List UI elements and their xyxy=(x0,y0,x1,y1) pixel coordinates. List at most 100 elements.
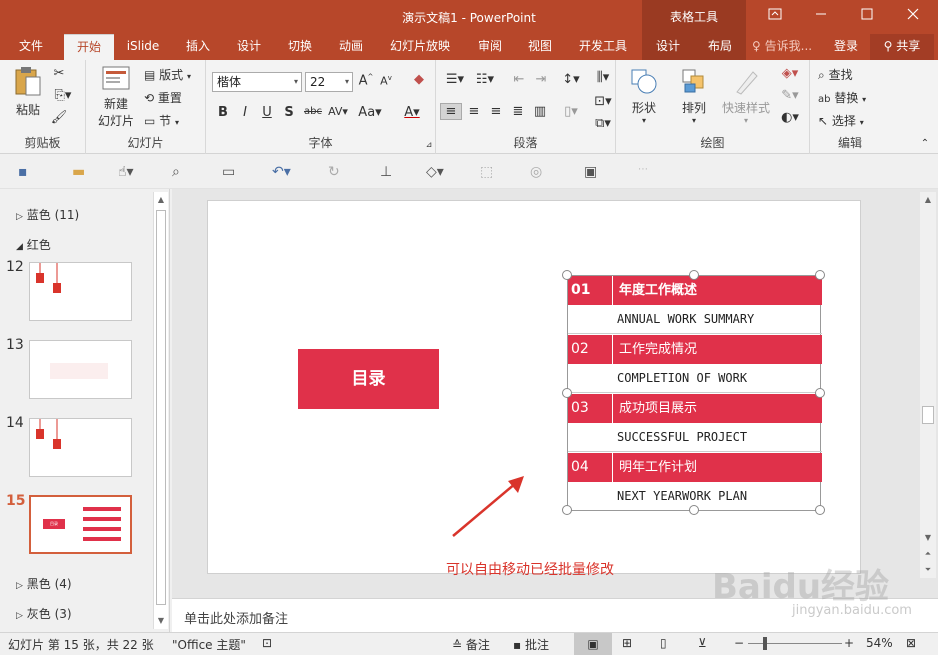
notes-toggle-button[interactable]: ≙ 备注 xyxy=(452,636,490,653)
maximize-button[interactable] xyxy=(844,0,890,34)
slideshow-icon[interactable]: ⊻ xyxy=(698,636,707,650)
underline-icon[interactable]: U xyxy=(260,105,274,120)
section-black[interactable]: ▷ 黑色 (4) xyxy=(16,575,72,592)
tab-view[interactable]: 视图 xyxy=(518,34,562,60)
character-spacing-icon[interactable]: AV▾ xyxy=(326,105,350,118)
shape-outline-icon[interactable]: ✎▾ xyxy=(776,88,804,103)
share-button[interactable]: ⚲ 共享 xyxy=(870,34,934,60)
layout-button[interactable]: ▤ 版式 ▾ xyxy=(144,66,202,83)
reset-button[interactable]: ⟲ 重置 xyxy=(144,89,202,106)
tab-table-design[interactable]: 设计 xyxy=(642,34,694,60)
scrollbar-thumb[interactable] xyxy=(922,406,934,424)
replace-button[interactable]: ab 替换 ▾ xyxy=(818,89,888,106)
arrange-button[interactable]: 排列 ▾ xyxy=(674,66,714,125)
font-color-icon[interactable]: A▾ xyxy=(400,105,424,120)
slide-scrollbar[interactable]: ▲ ▼ ⏶ ⏷ xyxy=(920,192,936,578)
resize-handle[interactable] xyxy=(689,505,699,515)
clear-formatting-icon[interactable]: ◆ xyxy=(410,72,428,87)
undo-icon[interactable]: ↶▾ xyxy=(272,164,291,180)
align-center-icon[interactable]: ≡ xyxy=(464,104,484,119)
normal-view-button[interactable]: ▣ xyxy=(574,633,612,655)
next-slide-icon[interactable]: ⏷ xyxy=(920,562,936,578)
resize-handle[interactable] xyxy=(689,270,699,280)
smartart-icon[interactable]: ⧉▾ xyxy=(592,116,614,131)
save-icon-secondary[interactable]: ▪ xyxy=(18,164,28,180)
font-family-combo[interactable]: 楷体 ▾ xyxy=(212,72,302,92)
align-text-icon[interactable]: ⊡▾ xyxy=(592,94,614,109)
select-button[interactable]: ↖ 选择 ▾ xyxy=(818,112,888,129)
zoom-slider-thumb[interactable] xyxy=(763,637,767,650)
toc-row[interactable]: 04 明年工作计划 xyxy=(568,453,822,482)
toc-row[interactable]: SUCCESSFUL PROJECT xyxy=(568,423,822,452)
italic-icon[interactable]: I xyxy=(238,105,252,120)
tab-transitions[interactable]: 切换 xyxy=(278,34,322,60)
strikethrough-icon[interactable]: abc xyxy=(302,106,324,117)
tab-insert[interactable]: 插入 xyxy=(176,34,220,60)
scroll-down-icon[interactable]: ▼ xyxy=(920,530,936,546)
font-size-combo[interactable]: 22 ▾ xyxy=(305,72,353,92)
decrease-indent-icon[interactable]: ⇤ xyxy=(510,72,528,87)
tab-design[interactable]: 设计 xyxy=(227,34,271,60)
resize-handle[interactable] xyxy=(815,388,825,398)
format-painter-icon[interactable]: 🖌 xyxy=(50,110,68,125)
bullets-icon[interactable]: ☰▾ xyxy=(442,72,468,87)
sign-in-link[interactable]: 登录 xyxy=(828,34,864,60)
toc-row[interactable]: COMPLETION OF WORK xyxy=(568,364,822,393)
comments-toggle-button[interactable]: ▪ 批注 xyxy=(513,636,549,653)
toc-row[interactable]: 01 年度工作概述 xyxy=(568,276,822,305)
slide-thumbnail-14[interactable] xyxy=(29,418,132,477)
columns-icon[interactable]: ▯▾ xyxy=(558,104,584,119)
shape-button[interactable]: 形状 ▾ xyxy=(624,66,664,125)
zoom-in-icon[interactable]: + xyxy=(844,636,854,650)
image-tool-icon[interactable]: ▣ xyxy=(584,164,597,180)
resize-handle[interactable] xyxy=(562,270,572,280)
bold-icon[interactable]: B xyxy=(216,105,230,120)
more-icon[interactable]: ⋯ xyxy=(638,164,648,175)
increase-font-icon[interactable]: A^ xyxy=(358,73,374,88)
scroll-up-icon[interactable]: ▲ xyxy=(154,192,168,208)
section-red[interactable]: ◢ 红色 xyxy=(16,236,51,253)
resize-handle[interactable] xyxy=(815,270,825,280)
font-dialog-launcher-icon[interactable]: ⊿ xyxy=(424,140,434,149)
tab-developer[interactable]: 开发工具 xyxy=(570,34,636,60)
scrollbar-thumb[interactable] xyxy=(156,210,166,605)
fit-to-window-icon[interactable]: ⊠ xyxy=(906,636,916,650)
section-blue[interactable]: ▷ 蓝色 (11) xyxy=(16,206,79,223)
resize-handle[interactable] xyxy=(562,388,572,398)
redo-icon[interactable]: ↻ xyxy=(328,164,340,180)
change-case-icon[interactable]: Aa▾ xyxy=(356,105,384,120)
spell-check-icon[interactable]: ⊡ xyxy=(262,636,272,650)
zoom-level[interactable]: 54% xyxy=(866,636,893,650)
section-button[interactable]: ▭ 节 ▾ xyxy=(144,112,202,129)
cut-icon[interactable]: ✂ xyxy=(50,66,68,81)
align-right-icon[interactable]: ≡ xyxy=(486,104,506,119)
tab-table-layout[interactable]: 布局 xyxy=(694,34,746,60)
close-button[interactable] xyxy=(890,0,936,34)
tab-home[interactable]: 开始 xyxy=(64,34,114,60)
decrease-font-icon[interactable]: Av xyxy=(378,74,394,88)
text-direction-icon[interactable]: ⫼▾ xyxy=(592,70,614,85)
collapse-ribbon-icon[interactable]: ⌃ xyxy=(918,138,932,149)
resize-handle[interactable] xyxy=(815,505,825,515)
toc-table[interactable]: 01 年度工作概述 ANNUAL WORK SUMMARY 02 工作完成情况 … xyxy=(567,275,822,511)
shape-effects-icon[interactable]: ◐▾ xyxy=(776,110,804,125)
tab-islide[interactable]: iSlide xyxy=(120,34,166,60)
quick-styles-button[interactable]: 快速样式 ▾ xyxy=(718,66,774,125)
zoom-out-icon[interactable]: − xyxy=(734,636,744,650)
open-folder-icon[interactable]: ▬ xyxy=(72,164,85,180)
tab-review[interactable]: 审阅 xyxy=(468,34,512,60)
touch-mode-icon[interactable]: ☝▾ xyxy=(118,164,134,180)
tab-slideshow[interactable]: 幻灯片放映 xyxy=(382,34,458,60)
reading-view-icon[interactable]: ▯ xyxy=(660,636,667,650)
minimize-button[interactable] xyxy=(798,0,844,34)
slide-thumbnail-12[interactable] xyxy=(29,262,132,321)
increase-indent-icon[interactable]: ⇥ xyxy=(532,72,550,87)
group-tool-icon[interactable]: ⬚ xyxy=(480,164,493,180)
shadow-icon[interactable]: S xyxy=(282,105,296,120)
line-spacing-icon[interactable]: ↕▾ xyxy=(558,72,584,87)
justify-icon[interactable]: ≣ xyxy=(508,104,528,119)
tell-me-box[interactable]: ♀ 告诉我... xyxy=(752,34,824,60)
shape-tool-icon[interactable]: ◇▾ xyxy=(426,164,444,180)
slide-sorter-icon[interactable]: ⊞ xyxy=(622,636,632,650)
copy-icon[interactable]: ⎘▾ xyxy=(50,88,76,103)
